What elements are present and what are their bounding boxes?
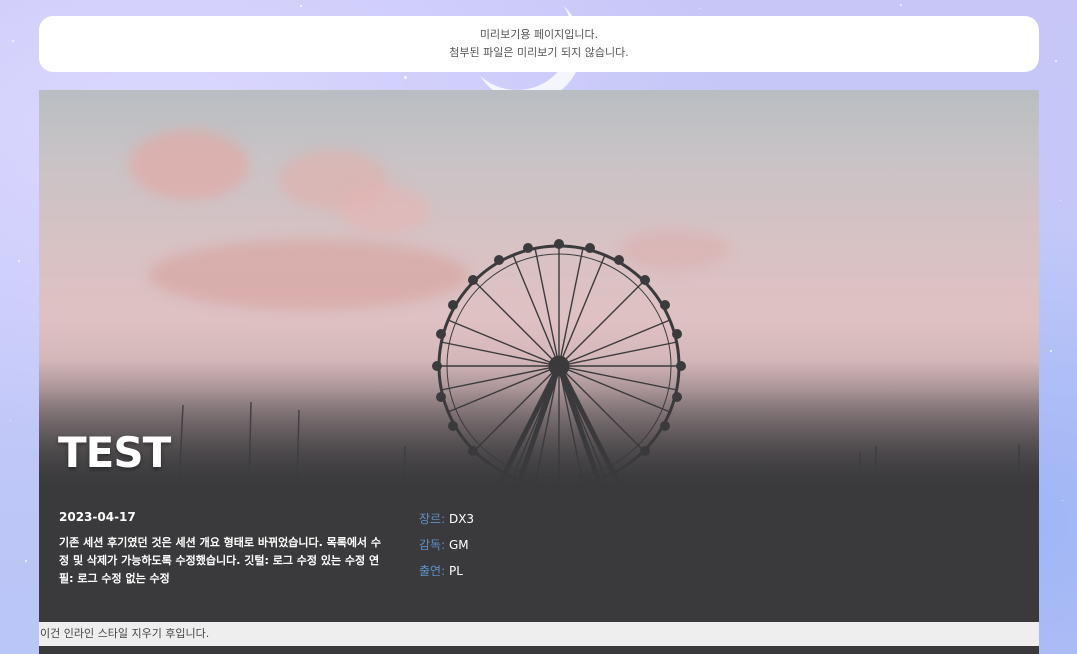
hero-image xyxy=(39,90,1039,488)
notice-line-1: 미리보기용 페이지입니다. xyxy=(479,28,599,41)
meta-cast-value: PL xyxy=(448,564,463,578)
preview-notice: 미리보기용 페이지입니다. 첨부된 파일은 미리보기 되지 않습니다. xyxy=(39,16,1039,72)
post-title: TEST xyxy=(58,428,171,477)
bottom-bar xyxy=(39,646,1039,654)
post-card: TEST 2023-04-17 기존 세션 후기였던 것은 세션 개요 형태로 … xyxy=(39,90,1039,654)
meta-cast: 출연: PL xyxy=(419,562,474,588)
post-description: 기존 세션 후기였던 것은 세션 개요 형태로 바뀌었습니다. 목록에서 수정 … xyxy=(59,536,382,585)
post-date: 2023-04-17 xyxy=(59,510,136,524)
meta-cast-key: 출연: xyxy=(419,564,446,578)
meta-genre-value: DX3 xyxy=(448,512,475,526)
post-meta: 장르: DX3 감독: GM 출연: PL xyxy=(419,510,474,588)
meta-director: 감독: GM xyxy=(419,536,474,562)
meta-genre: 장르: DX3 xyxy=(419,510,474,536)
notice-line-2: 첨부된 파일은 미리보기 되지 않습니다. xyxy=(449,46,629,59)
post-summary: 2023-04-17 기존 세션 후기였던 것은 세션 개요 형태로 바뀌었습니… xyxy=(59,510,389,588)
inline-style-note: 이건 인라인 스타일 지우기 후입니다. xyxy=(39,622,1039,646)
meta-director-key: 감독: xyxy=(419,538,446,552)
meta-director-value: GM xyxy=(448,538,469,552)
meta-genre-key: 장르: xyxy=(419,512,446,526)
